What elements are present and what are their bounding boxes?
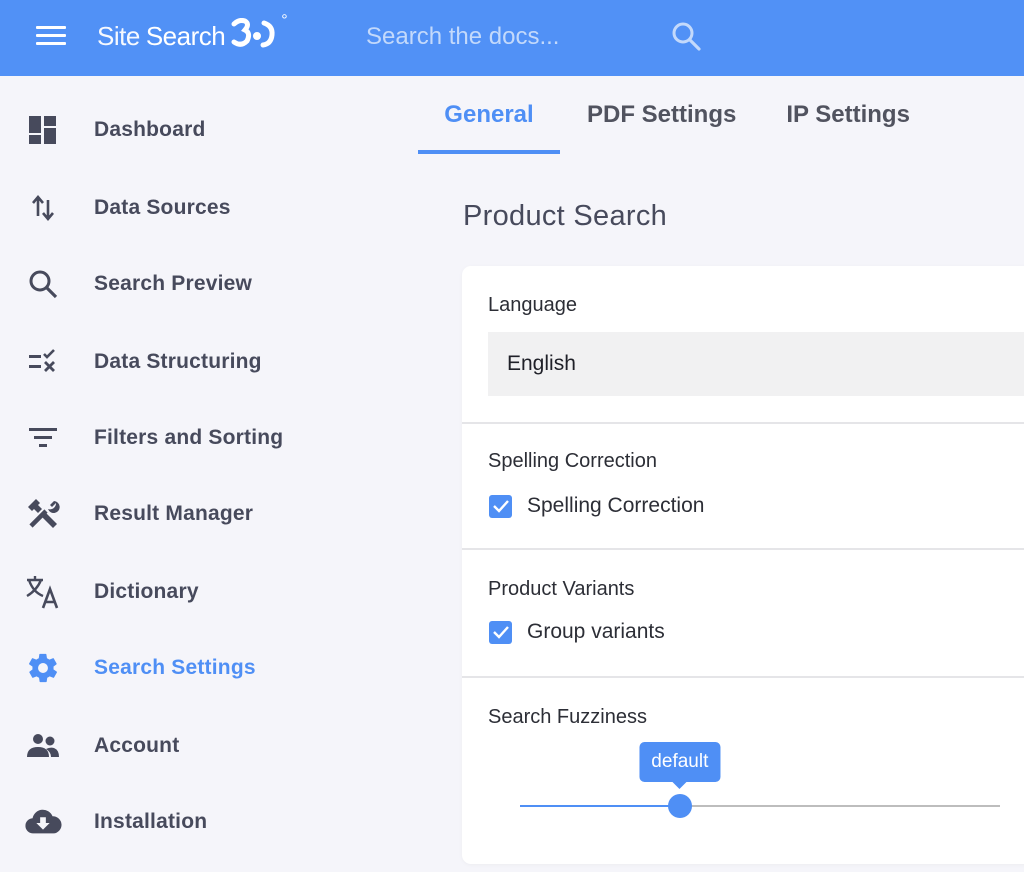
language-select[interactable]: English [488, 332, 1024, 396]
slider-fill [520, 805, 680, 807]
sidebar-item-label: Search Preview [94, 272, 253, 295]
spelling-correction-checkbox-row[interactable]: Spelling Correction [489, 494, 704, 518]
sidebar-item-data-structuring[interactable]: Data Structuring [0, 332, 400, 392]
sidebar-item-search-preview[interactable]: Search Preview [0, 254, 400, 314]
language-selected-value: English [507, 352, 576, 375]
gear-icon [24, 649, 62, 687]
hamburger-icon-line [36, 42, 66, 45]
logo[interactable]: Site Search ° [97, 12, 288, 55]
logo-search: Search [145, 20, 226, 51]
tools-icon [24, 495, 62, 533]
search-fuzziness-label: Search Fuzziness [488, 706, 647, 728]
sidebar-item-result-manager[interactable]: Result Manager [0, 484, 400, 544]
sidebar-item-data-sources[interactable]: Data Sources [0, 178, 400, 238]
people-icon [24, 727, 62, 765]
group-variants-checkbox-label: Group variants [527, 620, 665, 643]
hamburger-icon-line [36, 26, 66, 29]
settings-tabs: General PDF Settings IP Settings [418, 88, 935, 154]
slider-value-tooltip: default [639, 742, 721, 789]
translate-icon [24, 573, 62, 611]
logo-360-icon [231, 17, 275, 47]
logo-360: ° [231, 12, 288, 55]
sidebar-item-label: Data Structuring [94, 350, 262, 373]
sidebar-item-dashboard[interactable]: Dashboard [0, 100, 400, 160]
check-icon [492, 626, 509, 639]
menu-button[interactable] [36, 24, 66, 48]
slider-thumb[interactable] [667, 794, 692, 818]
spelling-correction-checkbox-label: Spelling Correction [527, 494, 705, 517]
sidebar-item-label: Result Manager [94, 502, 254, 525]
sidebar-item-label: Data Sources [94, 196, 231, 219]
sidebar-item-filters-sorting[interactable]: Filters and Sorting [0, 408, 400, 468]
logo-site: Site [97, 20, 140, 51]
cloud-download-icon [24, 803, 62, 841]
sidebar-item-label: Dashboard [94, 118, 206, 141]
sidebar-item-installation[interactable]: Installation [0, 792, 400, 852]
dashboard-icon [24, 111, 62, 149]
rule-icon [24, 343, 62, 381]
tab-general[interactable]: General [418, 88, 560, 154]
sidebar-item-account[interactable]: Account [0, 716, 400, 776]
tab-ip-settings[interactable]: IP Settings [761, 88, 935, 154]
sidebar-item-label: Account [94, 734, 180, 757]
search-icon [24, 265, 62, 303]
sidebar-item-label: Search Settings [94, 656, 256, 679]
spelling-correction-label: Spelling Correction [488, 450, 657, 472]
search-icon[interactable] [670, 20, 702, 52]
language-section: Language English [462, 266, 1024, 422]
settings-card: Language English Spelling Correction Spe… [462, 266, 1024, 864]
hamburger-icon-line [36, 34, 66, 37]
sidebar-item-label: Filters and Sorting [94, 426, 284, 449]
tab-pdf-settings[interactable]: PDF Settings [560, 88, 761, 154]
sidebar-item-dictionary[interactable]: Dictionary [0, 562, 400, 622]
search-fuzziness-slider[interactable]: default [520, 742, 1000, 818]
spelling-section: Spelling Correction Spelling Correction [462, 424, 1024, 548]
check-icon [492, 500, 509, 513]
spelling-correction-checkbox[interactable] [489, 494, 512, 518]
page-title: Product Search [463, 200, 668, 232]
sidebar: Dashboard Data Sources Search Preview Da… [0, 76, 400, 872]
sidebar-item-label: Dictionary [94, 580, 199, 603]
logo-degree: ° [281, 11, 288, 29]
swap-vertical-icon [24, 189, 62, 227]
top-bar: Site Search ° [0, 0, 1024, 76]
sidebar-item-search-settings[interactable]: Search Settings [0, 638, 400, 698]
docs-search-input[interactable] [366, 20, 666, 54]
product-variants-label: Product Variants [488, 578, 635, 600]
group-variants-checkbox-row[interactable]: Group variants [489, 620, 665, 644]
variants-section: Product Variants Group variants [462, 550, 1024, 676]
divider [462, 676, 1024, 678]
sidebar-item-label: Installation [94, 810, 208, 833]
group-variants-checkbox[interactable] [489, 620, 512, 644]
filter-icon [24, 419, 62, 457]
language-label: Language [488, 294, 577, 316]
